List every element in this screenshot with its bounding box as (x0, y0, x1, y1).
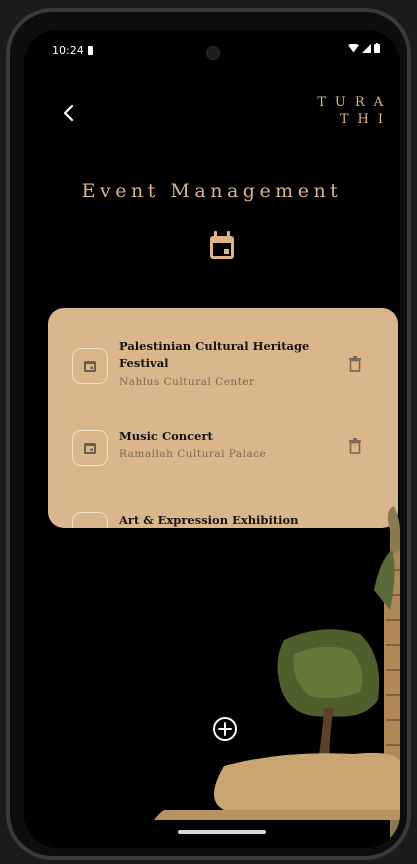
scenery-illustration (154, 506, 400, 848)
event-calendar-badge (72, 348, 108, 384)
add-circle-icon[interactable] (212, 716, 238, 742)
signal-icon (362, 43, 371, 53)
trash-icon[interactable] (348, 356, 362, 372)
calendar-icon (84, 361, 96, 372)
home-indicator[interactable] (178, 830, 266, 834)
status-bar: 10:24 (24, 30, 400, 70)
phone-bezel: 10:24 TURA THI Event Management Palestin… (10, 12, 407, 856)
sim-icon (87, 46, 93, 55)
brand-line-2: THI (339, 112, 392, 127)
brand-line-1: TURA (317, 95, 392, 110)
wifi-icon (348, 43, 359, 52)
calendar-icon (210, 231, 234, 259)
event-row[interactable]: Palestinian Cultural Heritage Festival N… (48, 338, 398, 408)
event-location: Nahlus Cultural Center (119, 376, 255, 388)
brand-logo: TURA THI (317, 94, 392, 128)
event-calendar-badge (72, 430, 108, 466)
status-time: 10:24 (52, 44, 84, 57)
calendar-icon (84, 443, 96, 454)
event-title: Palestinian Cultural Heritage Festival (119, 339, 310, 370)
status-time-group: 10:24 (52, 44, 93, 57)
page-title: Event Management (81, 180, 343, 202)
battery-icon (374, 43, 380, 53)
status-icons (348, 43, 380, 53)
app-screen: 10:24 TURA THI Event Management Palestin… (24, 30, 400, 848)
event-calendar-badge (72, 512, 108, 528)
phone-frame: 10:24 TURA THI Event Management Palestin… (6, 8, 411, 860)
front-camera (206, 46, 220, 60)
chevron-left-icon[interactable] (58, 102, 80, 124)
